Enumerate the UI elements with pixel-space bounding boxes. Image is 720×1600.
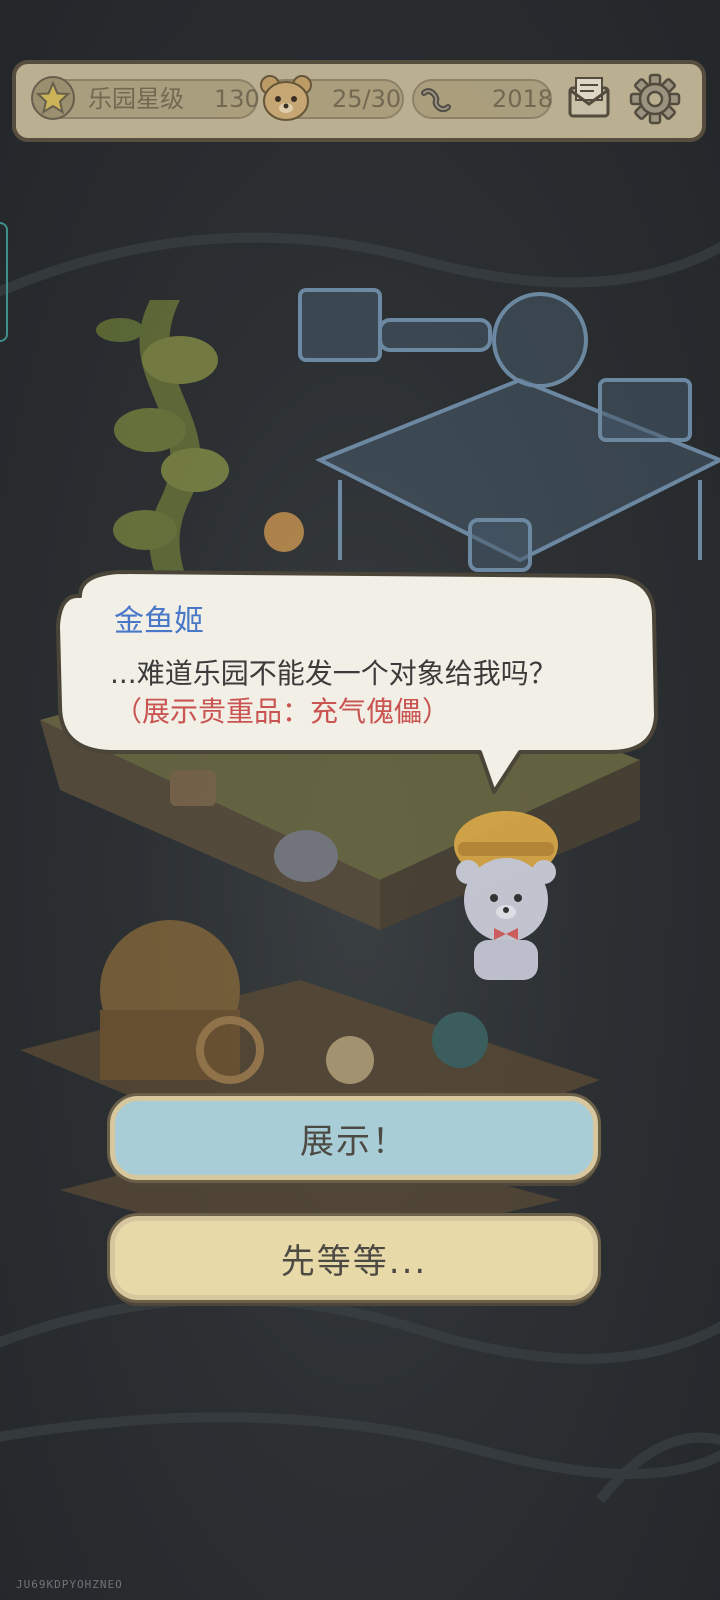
bear-count-pill[interactable]: 25/30 [260, 75, 404, 121]
currency-pill[interactable]: 2018 [412, 79, 554, 119]
bear-count-value: 25/30 [332, 85, 402, 113]
star-icon [31, 76, 75, 120]
dialog-line: ...难道乐园不能发一个对象给我吗？ [110, 657, 557, 690]
watermark-code: JU69KDPYOHZNEO [16, 1578, 123, 1591]
bear-worker-character [454, 811, 558, 980]
park-star-value: 130 [214, 85, 260, 113]
mail-icon[interactable] [564, 74, 614, 124]
park-star-label: 乐园星级 [88, 85, 184, 113]
speaker-name: 金鱼姬 [114, 604, 204, 639]
item-hint: （展示贵重品：充气傀儡） [114, 695, 451, 728]
currency-value: 2018 [492, 85, 554, 113]
show-button[interactable]: 展示！ [110, 1096, 598, 1180]
side-tab-handle[interactable] [0, 222, 8, 342]
blueprint-machine-decoration [298, 288, 720, 572]
park-scene-background [0, 232, 720, 1504]
park-star-pill[interactable]: 乐园星级 130 [31, 76, 260, 120]
bear-face-icon [260, 75, 312, 121]
game-screen: 乐园星级 130 25/30 2018 金鱼姬 ...难道乐园不能发一个对象给我… [0, 0, 720, 1600]
gear-icon[interactable] [628, 72, 682, 126]
infinity-link-icon [421, 88, 451, 113]
wait-button[interactable]: 先等等... [110, 1216, 598, 1300]
top-status-bar: 乐园星级 130 25/30 2018 [12, 60, 706, 142]
